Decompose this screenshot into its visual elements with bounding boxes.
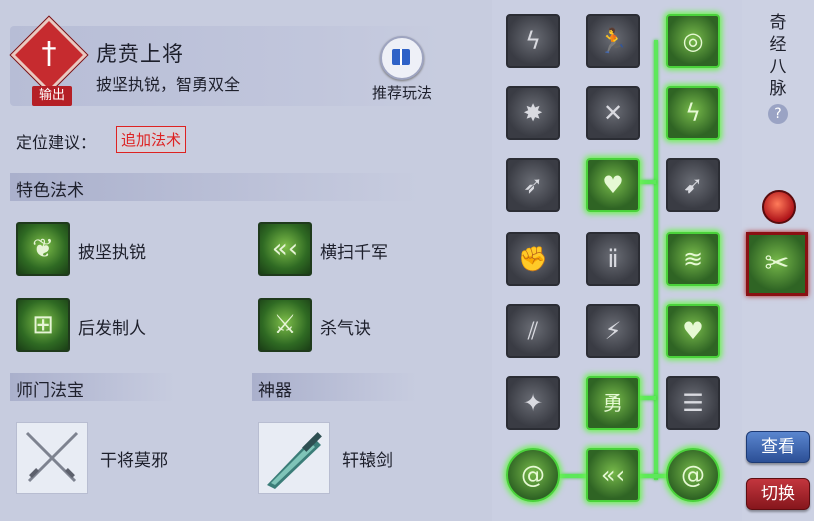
triple-chevron-icon: «‹ <box>258 222 312 276</box>
sword-icon: † <box>41 36 57 71</box>
feather-blade-icon[interactable]: ➶ <box>506 158 560 212</box>
special-skills-header: 特色法术 <box>10 173 420 201</box>
burst-figure-icon[interactable]: ✸ <box>506 86 560 140</box>
skill-item[interactable]: ⊞ 后发制人 <box>16 298 196 354</box>
recommend-playstyle-button[interactable]: 推荐玩法 <box>362 36 442 102</box>
broken-heart-icon[interactable]: ♥ <box>666 304 720 358</box>
sect-treasure-name: 干将莫邪 <box>100 451 168 471</box>
sect-treasure-item[interactable]: 干将莫邪 <box>16 422 216 496</box>
talisman-icon[interactable]: ☰ <box>666 376 720 430</box>
shattered-sword-icon[interactable]: ✦ <box>506 376 560 430</box>
spiral-orb-icon[interactable]: @ <box>506 448 560 502</box>
swirl-icon[interactable]: ◎ <box>666 14 720 68</box>
bleeding-heart-icon[interactable]: ♥ <box>586 158 640 212</box>
twin-warriors-icon[interactable]: ⅱ <box>586 232 640 286</box>
artifact-name: 轩辕剑 <box>342 451 393 471</box>
special-skills-title: 特色法术 <box>16 181 84 201</box>
gate-icon: ⊞ <box>16 298 70 352</box>
lightning-bolts-icon[interactable]: ϟ <box>666 86 720 140</box>
skill-name: 杀气诀 <box>320 319 371 339</box>
spiral-orb-icon[interactable]: @ <box>666 448 720 502</box>
skill-name: 后发制人 <box>78 319 146 339</box>
role-badge: † 输出 <box>10 16 88 106</box>
artifact-item[interactable]: 轩辕剑 <box>258 422 458 496</box>
skill-item[interactable]: ⚔ 杀气诀 <box>258 298 438 354</box>
book-icon <box>380 36 424 80</box>
crossed-blade-icon[interactable]: ✕ <box>586 86 640 140</box>
artifact-header: 神器 <box>252 373 417 401</box>
skill-name: 横扫千军 <box>320 243 388 263</box>
triple-chevron-icon[interactable]: «‹ <box>586 448 640 502</box>
artifact-title: 神器 <box>258 381 292 401</box>
view-button[interactable]: 查看 <box>746 431 810 463</box>
sprinter-icon[interactable]: ⚡ <box>586 304 640 358</box>
slash-marks-icon[interactable]: ⫽ <box>506 304 560 358</box>
sect-treasure-title: 师门法宝 <box>16 381 84 401</box>
positioning-label: 定位建议： <box>16 133 97 152</box>
positioning-tag: 追加法术 <box>116 126 187 153</box>
cabbage-leaf-icon: ❦ <box>16 222 70 276</box>
fist-icon[interactable]: ✊ <box>506 232 560 286</box>
skill-item[interactable]: «‹ 横扫千军 <box>258 222 438 278</box>
switch-button[interactable]: 切换 <box>746 478 810 510</box>
skill-item[interactable]: ❦ 披坚执锐 <box>16 222 196 278</box>
butterfly-blade-icon[interactable]: ✂ <box>746 232 808 296</box>
courage-emblem-icon[interactable]: 勇 <box>586 376 640 430</box>
role-tag: 输出 <box>32 86 72 106</box>
runner-icon[interactable]: 🏃 <box>586 14 640 68</box>
role-description: 披坚执锐，智勇双全 <box>96 75 241 94</box>
tree-connector <box>654 40 658 480</box>
sect-treasure-header: 师门法宝 <box>10 373 175 401</box>
red-gem-icon <box>762 190 796 224</box>
skill-name: 披坚执锐 <box>78 243 146 263</box>
blade-icon: ⚔ <box>258 298 312 352</box>
lightning-warrior-icon[interactable]: ϟ <box>506 14 560 68</box>
scroll-hand-icon[interactable]: ≋ <box>666 232 720 286</box>
jade-sword-icon <box>258 422 330 494</box>
meridian-title: 奇经八脉 <box>769 13 787 99</box>
arrow-strike-icon[interactable]: ➹ <box>666 158 720 212</box>
crossed-swords-icon <box>16 422 88 494</box>
help-icon[interactable]: ? <box>768 104 788 124</box>
role-name: 虎贲上将 <box>96 42 184 66</box>
recommend-label: 推荐玩法 <box>371 84 432 102</box>
